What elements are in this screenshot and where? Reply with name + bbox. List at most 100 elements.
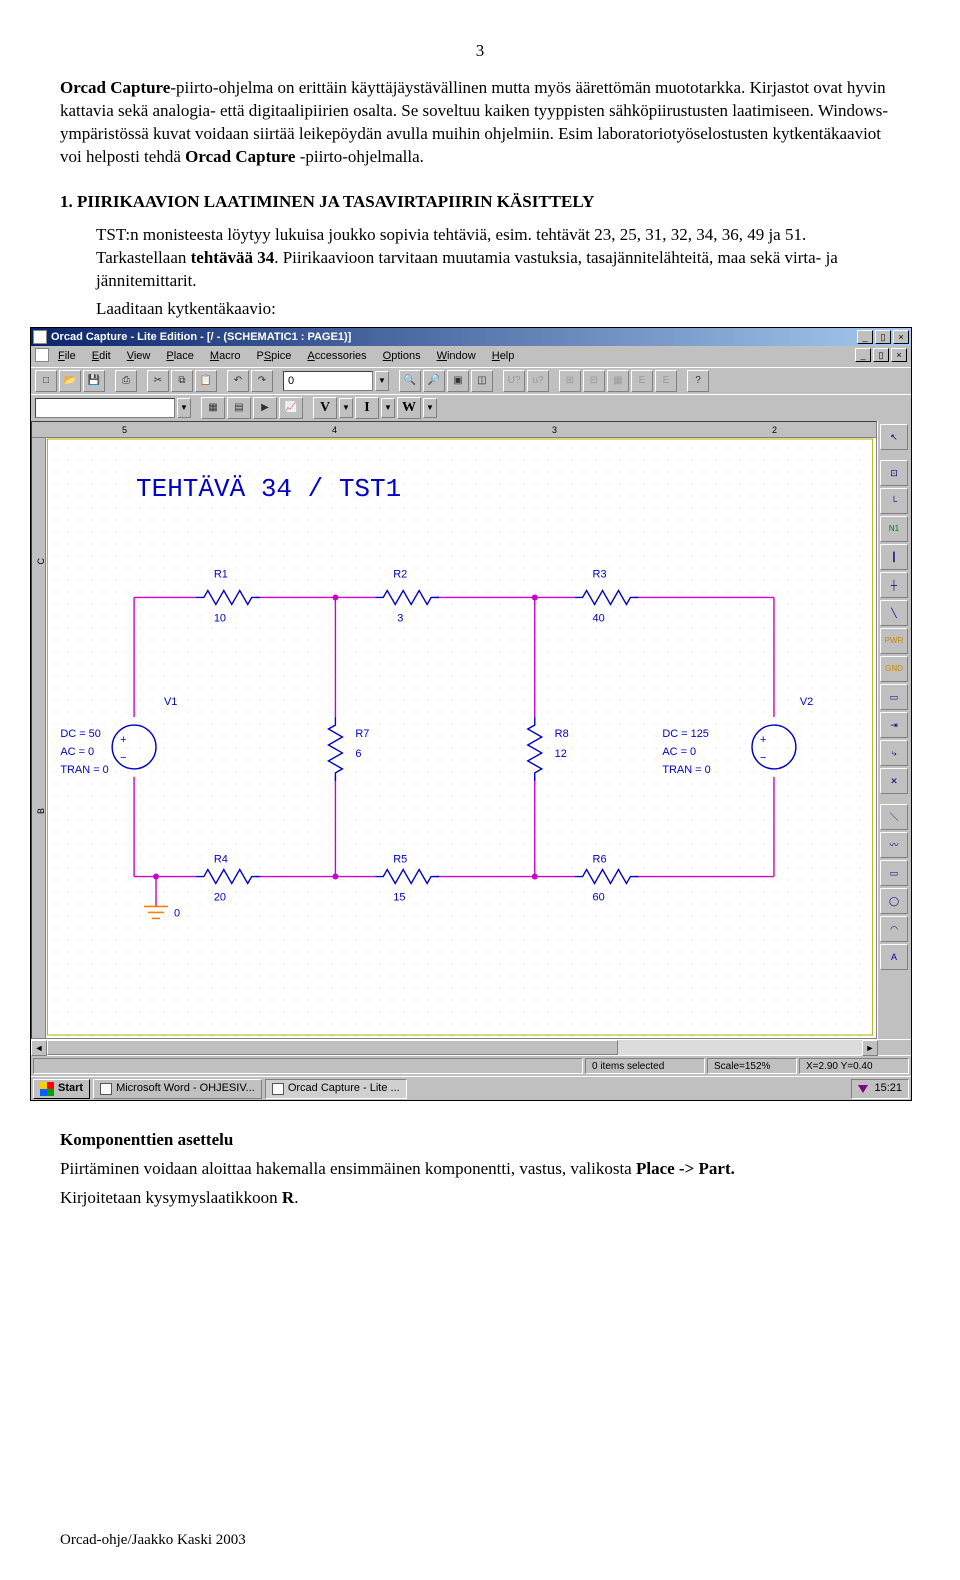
new-profile-button[interactable]: ▦ (201, 397, 225, 419)
palette-rect-icon[interactable]: ▭ (880, 860, 908, 886)
menu-options[interactable]: Options (376, 348, 428, 365)
tool-edit2-button[interactable]: E (655, 370, 677, 392)
titlebar[interactable]: Orcad Capture - Lite Edition - [/ - (SCH… (31, 328, 911, 346)
open-button[interactable]: 📂 (59, 370, 81, 392)
palette-wire-icon[interactable]: └ (880, 488, 908, 514)
palette-power-icon[interactable]: PWR (880, 628, 908, 654)
tool-snap-button[interactable]: ▦ (607, 370, 629, 392)
menu-macro[interactable]: Macro (203, 348, 248, 365)
palette-port-icon[interactable]: ⇥ (880, 712, 908, 738)
palette-noconnect-icon[interactable]: ✕ (880, 768, 908, 794)
v-marker-button[interactable]: V (313, 397, 337, 419)
palette-bus-icon[interactable]: ┃ (880, 544, 908, 570)
scroll-thumb[interactable] (47, 1040, 618, 1055)
tool-grid-button[interactable]: ⊟ (583, 370, 605, 392)
palette-ground-icon[interactable]: GND (880, 656, 908, 682)
palette-select-icon[interactable]: ↖ (880, 424, 908, 450)
scroll-left-icon[interactable]: ◄ (31, 1040, 47, 1056)
menu-edit[interactable]: Edit (85, 348, 118, 365)
menu-accessories[interactable]: Accessories (300, 348, 373, 365)
zoom-fit-button[interactable]: ▣ (447, 370, 469, 392)
start-button[interactable]: Start (33, 1079, 90, 1099)
palette-ellipse-icon[interactable]: ◯ (880, 888, 908, 914)
taskbar-orcad[interactable]: Orcad Capture - Lite ... (265, 1079, 407, 1099)
v2-tran: TRAN = 0 (662, 764, 710, 776)
palette-text-icon[interactable]: A (880, 944, 908, 970)
maximize-button[interactable]: ▯ (875, 330, 891, 344)
child-minimize-button[interactable]: _ (855, 348, 871, 362)
tool-edit-button[interactable]: E (631, 370, 653, 392)
section1-p1: TST:n monisteesta löytyy lukuisa joukko … (96, 224, 900, 293)
taskbar-word[interactable]: Microsoft Word - OHJESIV... (93, 1079, 262, 1099)
results-button[interactable]: 📈 (279, 397, 303, 419)
tool-palette: ↖ ⊡ └ N1 ┃ ┼ ╲ PWR GND ▭ ⇥ ⤷ ✕ ＼ 〰 ▭ ◯ ◠… (877, 421, 910, 1039)
w-marker-dd[interactable]: ▼ (423, 398, 437, 418)
tool-u2-button[interactable]: u? (527, 370, 549, 392)
r1-name: R1 (214, 569, 228, 581)
i-marker-button[interactable]: I (355, 397, 379, 419)
zoom-in-button[interactable]: 🔍 (399, 370, 421, 392)
menu-file[interactable]: File (51, 348, 83, 365)
v-marker-dd[interactable]: ▼ (339, 398, 353, 418)
redo-button[interactable]: ↷ (251, 370, 273, 392)
windows-logo-icon (40, 1082, 54, 1096)
status-bar: 0 items selected Scale=152% X=2.90 Y=0.4… (31, 1055, 911, 1076)
palette-hier-icon[interactable]: ▭ (880, 684, 908, 710)
zoom-input[interactable] (283, 371, 373, 391)
menu-view[interactable]: View (120, 348, 158, 365)
profile-input[interactable] (35, 398, 175, 418)
paste-button[interactable]: 📋 (195, 370, 217, 392)
schematic-canvas[interactable]: 5 4 3 2 C B TEHTÄVÄ 34 / TST1 (31, 421, 877, 1039)
scroll-right-icon[interactable]: ► (862, 1040, 878, 1056)
orcad-window: Orcad Capture - Lite Edition - [/ - (SCH… (30, 327, 912, 1101)
app-icon (33, 330, 47, 344)
print-button[interactable]: ⎙ (115, 370, 137, 392)
zoom-dropdown[interactable]: ▼ (375, 371, 389, 391)
new-button[interactable]: □ (35, 370, 57, 392)
palette-busentry-icon[interactable]: ╲ (880, 600, 908, 626)
help-button[interactable]: ? (687, 370, 709, 392)
i-marker-dd[interactable]: ▼ (381, 398, 395, 418)
child-close-button[interactable]: × (891, 348, 907, 362)
orcad-icon (272, 1083, 284, 1095)
horizontal-scrollbar[interactable]: ◄ ► (31, 1039, 911, 1055)
copy-button[interactable]: ⧉ (171, 370, 193, 392)
save-button[interactable]: 💾 (83, 370, 105, 392)
palette-netalias-icon[interactable]: N1 (880, 516, 908, 542)
v2-dc: DC = 125 (662, 728, 709, 740)
menu-window[interactable]: Window (430, 348, 483, 365)
zoom-area-button[interactable]: ◫ (471, 370, 493, 392)
system-tray[interactable]: 15:21 (851, 1079, 909, 1099)
zoom-out-button[interactable]: 🔎 (423, 370, 445, 392)
palette-line-icon[interactable]: ＼ (880, 804, 908, 830)
menu-pspice[interactable]: PSpice (249, 348, 298, 365)
ruler-top: 5 4 3 2 (32, 422, 876, 438)
r5-name: R5 (393, 854, 407, 866)
v1-ac: AC = 0 (60, 746, 94, 758)
edit-profile-button[interactable]: ▤ (227, 397, 251, 419)
tray-clock: 15:21 (874, 1081, 902, 1096)
minimize-button[interactable]: _ (857, 330, 873, 344)
palette-junction-icon[interactable]: ┼ (880, 572, 908, 598)
cut-button[interactable]: ✂ (147, 370, 169, 392)
palette-arc-icon[interactable]: ◠ (880, 916, 908, 942)
window-title: Orcad Capture - Lite Edition - [/ - (SCH… (51, 330, 857, 345)
palette-part-icon[interactable]: ⊡ (880, 460, 908, 486)
menu-help[interactable]: Help (485, 348, 522, 365)
profile-dropdown[interactable]: ▼ (177, 398, 191, 418)
palette-polyline-icon[interactable]: 〰 (880, 832, 908, 858)
w-marker-button[interactable]: W (397, 397, 421, 419)
menu-place[interactable]: Place (159, 348, 201, 365)
status-selected: 0 items selected (585, 1058, 705, 1074)
taskbar: Start Microsoft Word - OHJESIV... Orcad … (31, 1076, 911, 1100)
tool-net-button[interactable]: ⊞ (559, 370, 581, 392)
close-button[interactable]: × (893, 330, 909, 344)
undo-button[interactable]: ↶ (227, 370, 249, 392)
r4-name: R4 (214, 854, 228, 866)
tray-icon[interactable] (858, 1085, 868, 1093)
intro-paragraph: Orcad Capture-piirto-ohjelma on erittäin… (60, 77, 900, 169)
palette-offpage-icon[interactable]: ⤷ (880, 740, 908, 766)
child-maximize-button[interactable]: ▯ (873, 348, 889, 362)
run-button[interactable]: ▶ (253, 397, 277, 419)
tool-u1-button[interactable]: U? (503, 370, 525, 392)
